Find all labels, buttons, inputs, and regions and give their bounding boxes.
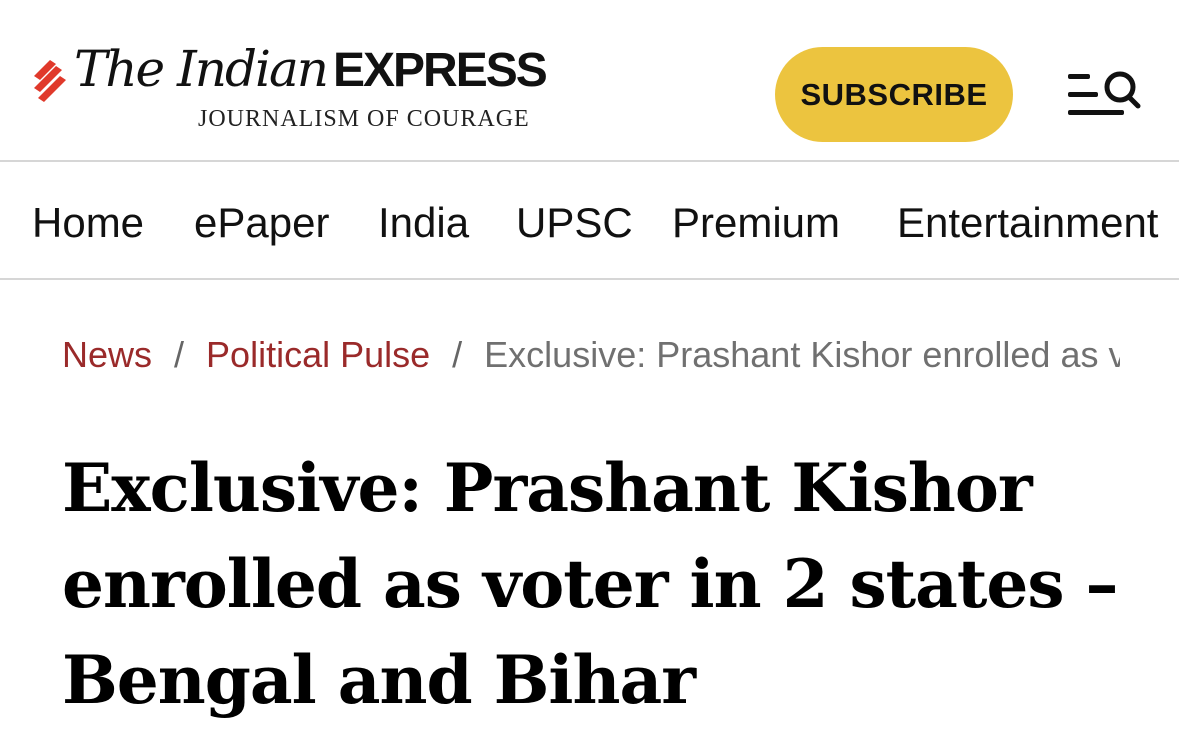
subscribe-button[interactable]: SUBSCRIBE [775,47,1013,142]
logo-wordmark: The Indian EXPRESS [74,44,548,97]
nav-item-epaper[interactable]: ePaper [194,198,329,248]
breadcrumb: News / Political Pulse / Exclusive: Prashant… [62,332,1120,382]
logo-express: EXPRESS [333,44,548,97]
article-headline: Exclusive: Prashant Kishor enrolled as v… [62,449,1119,719]
nav-item-india[interactable]: India [378,198,469,248]
breadcrumb-item-current: Exclusive: Prashant Kishor enrolled as v… [484,334,1120,375]
site-header: The Indian EXPRESS JOURNALISM OF COURAGE … [0,0,1179,162]
top-navigation: Home ePaper India UPSC Premium Entertain… [0,162,1179,280]
nav-item-home[interactable]: Home [32,198,144,248]
logo-flame-icon [34,60,66,102]
breadcrumb-item-political-pulse[interactable]: Political Pulse [206,334,430,375]
logo-the-indian: The Indian [74,40,329,98]
nav-item-entertainment[interactable]: Entertainment [897,198,1158,248]
breadcrumb-separator: / [452,334,463,375]
site-logo[interactable]: The Indian EXPRESS JOURNALISM OF COURAGE [30,44,548,144]
breadcrumb-item-news[interactable]: News [62,334,152,375]
logo-tagline: JOURNALISM OF COURAGE [198,106,530,132]
nav-item-upsc[interactable]: UPSC [516,198,633,248]
breadcrumb-separator: / [174,334,185,375]
menu-search-icon[interactable] [1064,66,1144,122]
nav-item-premium[interactable]: Premium [672,198,840,248]
